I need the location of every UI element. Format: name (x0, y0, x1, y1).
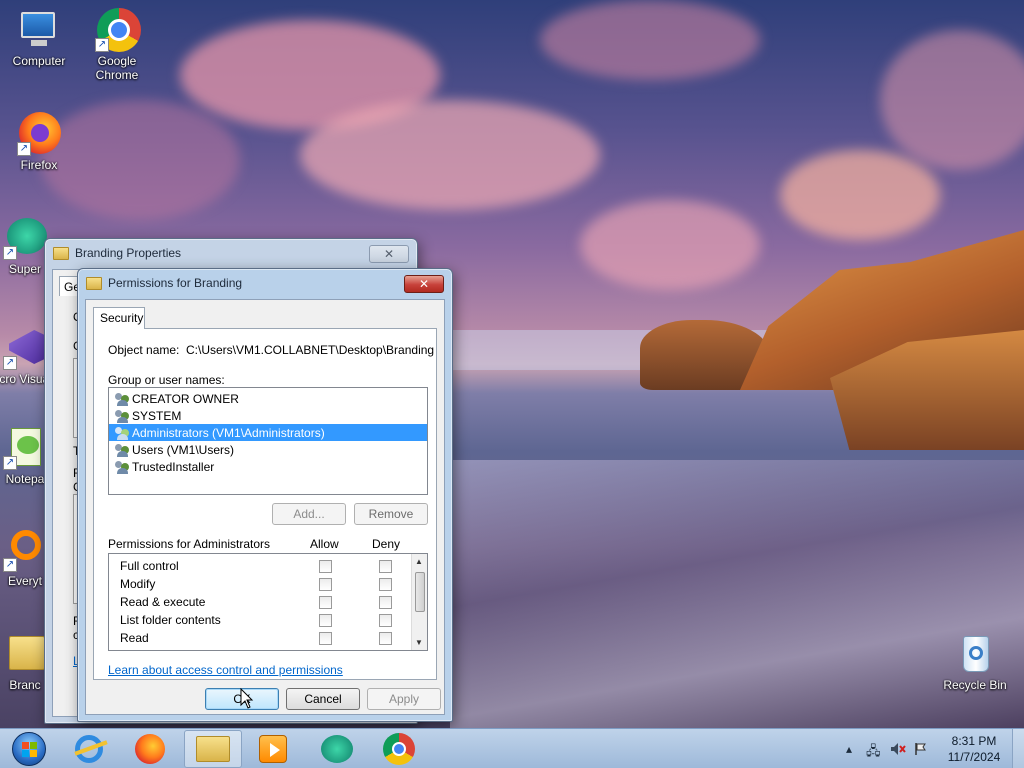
users-group-icon (114, 409, 130, 423)
firefox-icon (135, 734, 165, 764)
recycle-bin-icon (953, 632, 997, 676)
permissions-dialog-client: Security Object name: C:\Users\VM1.COLLA… (85, 299, 445, 715)
tab-security[interactable]: Security (93, 307, 145, 329)
everything-search-icon: ↗ (3, 528, 47, 572)
scroll-up-icon[interactable]: ▲ (415, 557, 423, 566)
object-name-label: Object name: (108, 343, 180, 357)
allow-checkbox[interactable] (319, 578, 332, 591)
window-title: Permissions for Branding (108, 276, 243, 290)
permissions-list[interactable]: Full control Modify Read & execute List … (108, 553, 428, 651)
permission-row-modify: Modify (109, 575, 409, 593)
show-desktop-button[interactable] (1012, 729, 1024, 768)
allow-checkbox[interactable] (319, 614, 332, 627)
group-user-listbox[interactable]: CREATOR OWNER SYSTEM Administrators (VM1… (108, 387, 428, 495)
mouse-cursor-icon (240, 688, 254, 709)
shortcut-arrow-icon: ↗ (3, 558, 17, 572)
deny-checkbox[interactable] (379, 614, 392, 627)
users-group-icon (114, 443, 130, 457)
close-icon: ✕ (383, 247, 395, 261)
users-group-icon (114, 392, 130, 406)
allow-checkbox[interactable] (319, 632, 332, 645)
taskbar-super-app[interactable] (308, 730, 366, 768)
deny-checkbox[interactable] (379, 596, 392, 609)
shortcut-arrow-icon: ↗ (3, 456, 17, 470)
close-icon: ✕ (418, 277, 430, 291)
deny-checkbox[interactable] (379, 578, 392, 591)
scroll-down-icon[interactable]: ▼ (415, 638, 423, 647)
object-name-value: C:\Users\VM1.COLLABNET\Desktop\Branding (186, 343, 435, 357)
permission-row-read-execute: Read & execute (109, 593, 409, 611)
media-player-icon (259, 735, 287, 763)
desktop-icon-recycle-bin[interactable]: Recycle Bin (936, 632, 1014, 692)
shortcut-arrow-icon: ↗ (3, 356, 17, 370)
permission-row-full-control: Full control (109, 557, 409, 575)
clock-date: 11/7/2024 (947, 750, 1001, 764)
list-item-users[interactable]: Users (VM1\Users) (109, 441, 427, 458)
close-button[interactable]: ✕ (404, 275, 444, 293)
shortcut-arrow-icon: ↗ (17, 142, 31, 156)
super-app-icon (321, 735, 353, 763)
taskbar-file-explorer[interactable] (184, 730, 242, 768)
remove-button[interactable]: Remove (354, 503, 428, 525)
chrome-icon: ↗ (95, 8, 141, 52)
folder-icon (3, 632, 47, 676)
show-hidden-icons-button[interactable]: ▴ (846, 742, 852, 756)
group-or-user-names-label: Group or user names: (108, 373, 225, 387)
system-clock[interactable]: 8:31 PM 11/7/2024 (944, 733, 1004, 765)
permissions-scrollbar[interactable]: ▲ ▼ (411, 554, 427, 650)
learn-access-control-link[interactable]: Learn about access control and permissio… (108, 663, 343, 677)
add-button[interactable]: Add... (272, 503, 346, 525)
deny-checkbox[interactable] (379, 632, 392, 645)
branding-properties-titlebar[interactable]: Branding Properties (45, 239, 417, 267)
windows-start-orb-icon (12, 732, 46, 766)
clock-time: 8:31 PM (951, 734, 997, 748)
network-icon[interactable]: 🖧 (866, 742, 881, 764)
list-item-trustedinstaller[interactable]: TrustedInstaller (109, 458, 427, 475)
start-button[interactable] (0, 730, 58, 768)
apply-button[interactable]: Apply (367, 688, 441, 710)
taskbar: ▴ 🖧 8:31 PM 11/7/2024 (0, 728, 1024, 768)
close-button[interactable]: ✕ (369, 245, 409, 263)
security-tab-panel: Object name: C:\Users\VM1.COLLABNET\Desk… (93, 328, 437, 680)
allow-checkbox[interactable] (319, 560, 332, 573)
list-item-creator-owner[interactable]: CREATOR OWNER (109, 390, 427, 407)
internet-explorer-icon (74, 735, 108, 763)
users-group-icon (114, 460, 130, 474)
allow-column-header: Allow (310, 537, 339, 551)
window-title: Branding Properties (75, 246, 182, 260)
volume-muted-icon[interactable] (890, 742, 906, 759)
taskbar-media-player[interactable] (244, 730, 302, 768)
file-explorer-icon (196, 736, 230, 762)
taskbar-google-chrome[interactable] (370, 730, 428, 768)
permissions-dialog-titlebar[interactable]: Permissions for Branding (78, 269, 452, 297)
deny-checkbox[interactable] (379, 560, 392, 573)
deny-column-header: Deny (372, 537, 401, 551)
super-app-icon: ↗ (3, 216, 47, 260)
scrollbar-thumb[interactable] (415, 572, 425, 612)
chrome-icon (383, 733, 415, 765)
firefox-icon: ↗ (17, 112, 61, 156)
permissions-dialog[interactable]: Permissions for Branding ✕ Security Obje… (77, 268, 453, 722)
taskbar-firefox[interactable] (121, 730, 179, 768)
shortcut-arrow-icon: ↗ (95, 38, 109, 52)
list-item-system[interactable]: SYSTEM (109, 407, 427, 424)
permissions-for-label: Permissions for Administrators (108, 537, 271, 551)
taskbar-internet-explorer[interactable] (60, 730, 118, 768)
permission-row-list-folder-contents: List folder contents (109, 611, 409, 629)
list-item-administrators[interactable]: Administrators (VM1\Administrators) (109, 424, 427, 441)
action-center-flag-icon[interactable] (914, 742, 928, 759)
folder-icon (86, 276, 102, 290)
shortcut-arrow-icon: ↗ (3, 246, 17, 260)
folder-icon (53, 246, 69, 260)
desktop-icon-firefox[interactable]: ↗ Firefox (0, 112, 78, 172)
desktop-icon-computer[interactable]: Computer (0, 8, 78, 68)
permission-row-read: Read (109, 629, 409, 647)
users-group-icon (114, 426, 130, 440)
desktop-icon-google-chrome[interactable]: ↗ Google Chrome (78, 8, 156, 82)
computer-icon (17, 8, 61, 52)
notepad-icon: ↗ (3, 426, 47, 470)
visual-studio-icon: ↗ (3, 326, 47, 370)
cancel-button[interactable]: Cancel (286, 688, 360, 710)
allow-checkbox[interactable] (319, 596, 332, 609)
